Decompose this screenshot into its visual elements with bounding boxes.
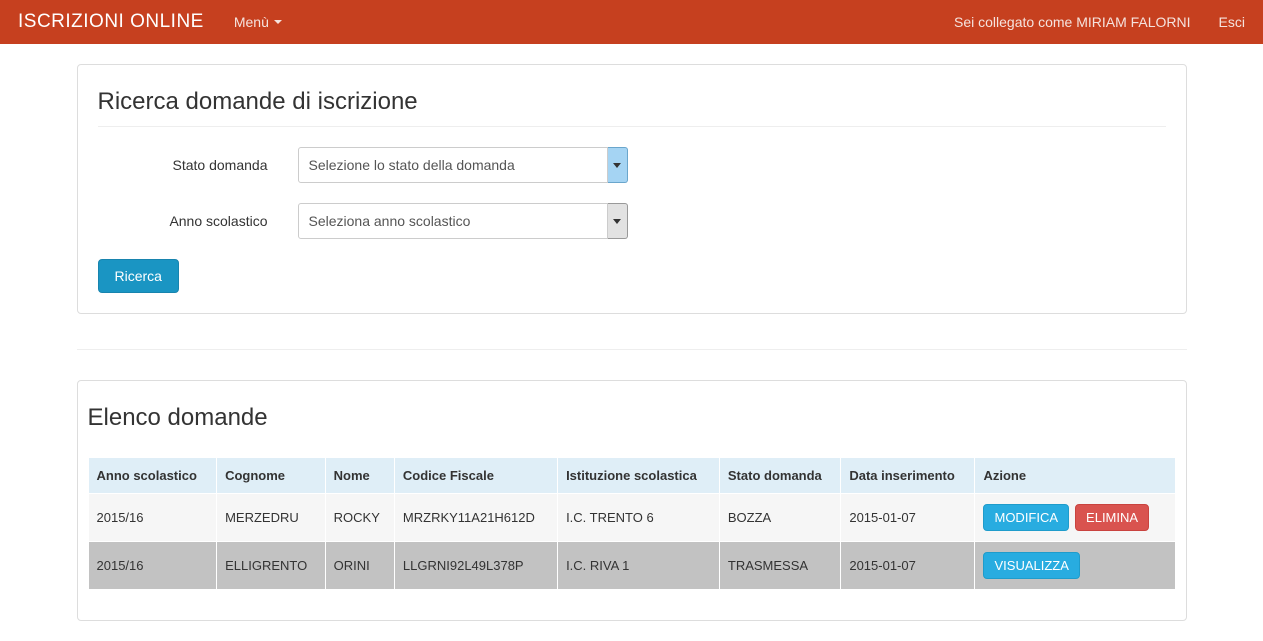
chevron-down-icon [274,20,282,24]
logout-link[interactable]: Esci [1219,14,1245,30]
modify-button[interactable]: MODIFICA [983,504,1069,531]
col-cognome: Cognome [217,458,326,494]
cell-data: 2015-01-07 [841,494,975,542]
cell-cf: MRZRKY11A21H612D [394,494,557,542]
cell-data: 2015-01-07 [841,542,975,590]
list-panel: Elenco domande Anno scolastico Cognome N… [77,380,1187,621]
col-data: Data inserimento [841,458,975,494]
cell-istituzione: I.C. TRENTO 6 [558,494,720,542]
view-button[interactable]: VISUALIZZA [983,552,1079,579]
search-panel-title: Ricerca domande di iscrizione [98,88,1166,116]
col-stato: Stato domanda [719,458,840,494]
status-label: Stato domanda [98,157,298,173]
search-panel: Ricerca domande di iscrizione Stato doma… [77,64,1187,314]
table-row: 2015/16 MERZEDRU ROCKY MRZRKY11A21H612D … [88,494,1175,542]
chevron-down-icon [613,219,621,224]
year-select-button[interactable] [608,203,628,239]
cell-nome: ORINI [325,542,394,590]
cell-anno: 2015/16 [88,494,217,542]
divider [77,349,1187,350]
list-panel-title: Elenco domande [88,404,1176,432]
cell-istituzione: I.C. RIVA 1 [558,542,720,590]
table-row: 2015/16 ELLIGRENTO ORINI LLGRNI92L49L378… [88,542,1175,590]
year-select[interactable]: Seleziona anno scolastico [298,203,608,239]
cell-stato: TRASMESSA [719,542,840,590]
col-nome: Nome [325,458,394,494]
cell-cf: LLGRNI92L49L378P [394,542,557,590]
search-button[interactable]: Ricerca [98,259,179,293]
col-cf: Codice Fiscale [394,458,557,494]
applications-table: Anno scolastico Cognome Nome Codice Fisc… [88,457,1176,590]
delete-button[interactable]: ELIMINA [1075,504,1149,531]
col-istituzione: Istituzione scolastica [558,458,720,494]
chevron-down-icon [613,163,621,168]
status-select[interactable]: Selezione lo stato della domanda [298,147,608,183]
year-label: Anno scolastico [98,213,298,229]
brand: ISCRIZIONI ONLINE [18,11,204,33]
cell-cognome: ELLIGRENTO [217,542,326,590]
col-anno: Anno scolastico [88,458,217,494]
cell-azione: MODIFICA ELIMINA [975,494,1175,542]
navbar: ISCRIZIONI ONLINE Menù Sei collegato com… [0,0,1263,44]
cell-cognome: MERZEDRU [217,494,326,542]
menu-dropdown[interactable]: Menù [234,14,282,30]
cell-stato: BOZZA [719,494,840,542]
cell-anno: 2015/16 [88,542,217,590]
table-header-row: Anno scolastico Cognome Nome Codice Fisc… [88,458,1175,494]
cell-nome: ROCKY [325,494,394,542]
status-select-button[interactable] [608,147,628,183]
menu-label: Menù [234,14,269,30]
cell-azione: VISUALIZZA [975,542,1175,590]
logged-in-text: Sei collegato come MIRIAM FALORNI [954,14,1191,30]
col-azione: Azione [975,458,1175,494]
